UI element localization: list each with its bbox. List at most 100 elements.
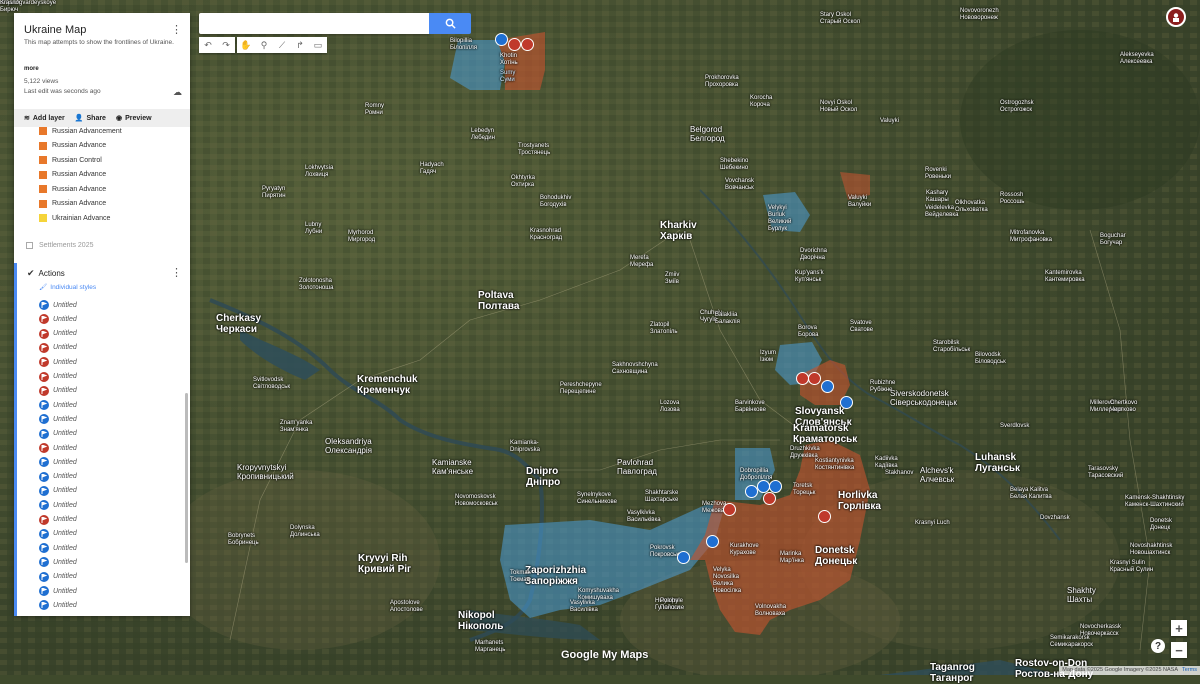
blue-flag-icon	[39, 428, 49, 439]
action-item[interactable]: Untitled	[39, 600, 77, 611]
terms-link[interactable]: Terms	[1182, 667, 1197, 674]
action-item[interactable]: Untitled	[39, 400, 77, 411]
checkbox-checked-icon[interactable]: ✔	[27, 268, 35, 279]
legend-item[interactable]: Russian Control	[39, 156, 102, 164]
view-count: 5,122 views	[24, 78, 59, 85]
preview-button[interactable]: ◉ Preview	[116, 114, 152, 123]
map-pin-russian[interactable]	[818, 510, 831, 523]
account-avatar[interactable]	[1166, 7, 1186, 27]
map-pin-russian[interactable]	[723, 503, 736, 516]
blue-flag-icon	[39, 414, 49, 425]
map-pin-ukrainian[interactable]	[706, 535, 719, 548]
layers-icon: ≋	[24, 115, 30, 122]
action-item[interactable]: Untitled	[39, 300, 77, 310]
legend-item[interactable]: Russian Advance	[39, 185, 106, 193]
blue-flag-icon	[39, 457, 49, 468]
action-item[interactable]: Untitled	[39, 500, 77, 511]
map-pin-ukrainian[interactable]	[840, 396, 853, 409]
action-item[interactable]: Untitled	[39, 514, 77, 525]
add-layer-button[interactable]: ≋ Add layer	[24, 114, 65, 123]
legend-item-label: Russian Advance	[52, 185, 107, 193]
legend-item[interactable]: Russian Advance	[39, 141, 106, 150]
blue-flag-icon	[39, 600, 49, 611]
action-item[interactable]: Untitled	[39, 471, 77, 482]
action-item-label: Untitled	[53, 430, 77, 438]
blue-flag-icon	[39, 400, 49, 411]
map-pin-russian[interactable]	[508, 38, 521, 51]
redo-icon[interactable]: ↷	[217, 37, 235, 53]
action-item[interactable]: Untitled	[39, 414, 77, 425]
undo-icon[interactable]: ↶	[199, 37, 217, 53]
action-item-label: Untitled	[53, 330, 77, 338]
map-pin-russian[interactable]	[521, 38, 534, 51]
marker-icon[interactable]: ⚲	[255, 37, 273, 53]
map-pin-ukrainian[interactable]	[769, 480, 782, 493]
polygon-style-icon	[39, 214, 47, 222]
map-pin-ukrainian[interactable]	[821, 380, 834, 393]
search-button[interactable]	[429, 13, 471, 34]
legend-item-label: Russian Advancement	[52, 127, 122, 135]
action-item[interactable]: Untitled	[39, 314, 77, 325]
more-link[interactable]: more	[24, 66, 39, 72]
map-attribution: Map data ©2025 Google Imagery ©2025 NASA…	[1059, 666, 1200, 675]
add-person-icon: 👤	[74, 115, 84, 122]
action-item-label: Untitled	[53, 487, 77, 495]
legend-item[interactable]: Ukrainian Advance	[39, 214, 110, 222]
red-flag-icon	[39, 314, 49, 325]
action-item[interactable]: Untitled	[39, 328, 77, 339]
action-item[interactable]: Untitled	[39, 485, 77, 496]
action-item-label: Untitled	[53, 301, 77, 309]
map-toolbar: ↶ ↷ ✋ ⚲ ⟋ ↱ ▭	[199, 37, 327, 53]
legend-item[interactable]: Russian Advance	[39, 170, 106, 179]
action-item[interactable]: Untitled	[39, 528, 77, 539]
avatar-icon	[1173, 13, 1179, 22]
action-item-label: Untitled	[53, 587, 77, 595]
action-item-label: Untitled	[53, 544, 77, 552]
zoom-in-button[interactable]: +	[1171, 620, 1187, 636]
hand-icon[interactable]: ✋	[237, 37, 255, 53]
action-item-label: Untitled	[53, 558, 77, 566]
action-item[interactable]: Untitled	[39, 385, 77, 396]
directions-icon[interactable]: ↱	[291, 37, 309, 53]
action-item[interactable]: Untitled	[39, 557, 77, 568]
map-pin-ukrainian[interactable]	[495, 33, 508, 46]
ruler-icon[interactable]: ▭	[309, 37, 327, 53]
blue-flag-icon	[39, 485, 49, 496]
attribution-text: Map data ©2025 Google Imagery ©2025 NASA	[1062, 667, 1179, 673]
blue-flag-icon	[39, 557, 49, 568]
action-item[interactable]: Untitled	[39, 342, 77, 353]
cloud-saved-icon: ☁	[173, 87, 182, 97]
action-item-label: Untitled	[53, 601, 77, 609]
style-link[interactable]: 🖌 Individual styles	[39, 283, 96, 292]
action-item[interactable]: Untitled	[39, 357, 77, 368]
action-item[interactable]: Untitled	[39, 371, 77, 382]
share-button[interactable]: 👤 Share	[74, 114, 106, 123]
draw-line-icon[interactable]: ⟋	[273, 37, 291, 53]
layer-actions-header[interactable]: ✔ Actions	[27, 268, 65, 279]
layer-checkbox[interactable]	[26, 242, 33, 249]
action-item[interactable]: Untitled	[39, 428, 77, 439]
map-pin-russian[interactable]	[808, 372, 821, 385]
more-options-icon[interactable]: ⋮	[171, 23, 182, 36]
action-item[interactable]: Untitled	[39, 457, 77, 468]
help-button[interactable]: ?	[1151, 639, 1165, 653]
action-item[interactable]: Untitled	[39, 586, 77, 596]
action-item-label: Untitled	[53, 530, 77, 538]
red-flag-icon	[39, 371, 49, 382]
layer-actions-title: Actions	[38, 269, 65, 278]
panel-scrollbar[interactable]	[185, 393, 188, 563]
action-item[interactable]: Untitled	[39, 543, 77, 554]
legend-item[interactable]: Russian Advance	[39, 199, 107, 208]
action-item[interactable]: Untitled	[39, 571, 77, 582]
search-input[interactable]	[199, 13, 429, 34]
legend-item[interactable]: Russian Advancement	[39, 127, 122, 135]
map-title[interactable]: Ukraine Map	[24, 24, 86, 36]
layer-options-icon[interactable]: ⋮	[171, 266, 182, 279]
blue-flag-icon	[39, 571, 49, 582]
layer-settlements[interactable]: Settlements 2025	[26, 242, 93, 249]
zoom-out-button[interactable]: −	[1171, 642, 1187, 658]
legend-item-label: Russian Advance	[52, 200, 107, 207]
action-item[interactable]: Untitled	[39, 443, 77, 453]
map-pin-ukrainian[interactable]	[677, 551, 690, 564]
map-pin-russian[interactable]	[763, 492, 776, 505]
